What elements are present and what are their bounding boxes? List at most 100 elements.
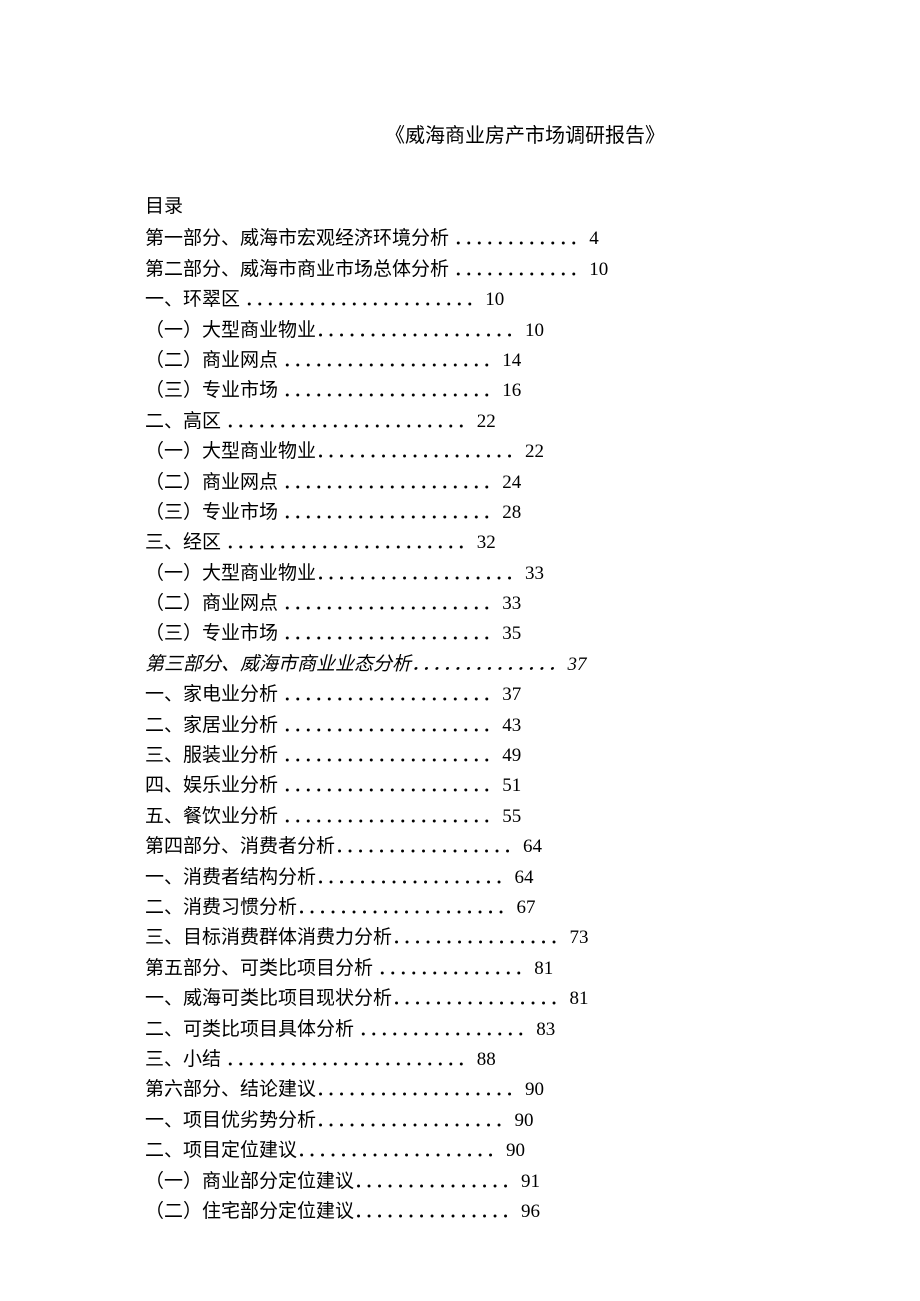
toc-leader-dots: ．．．．．．．．．．．．．．．．．．: [316, 1110, 515, 1131]
toc-item-page: 90: [525, 1079, 544, 1100]
toc-item-label: 第三部分、威海市商业业态分析: [145, 654, 411, 675]
toc-item-page: 83: [536, 1019, 555, 1040]
toc-item-label: 第六部分、结论建议: [145, 1079, 316, 1100]
toc-leader-dots: ．．．．．．．．．．．．．．．．．．．．: [297, 897, 517, 918]
toc-item: （三）专业市场 ．．．．．．．．．．．．．．．．．．．．28: [145, 498, 785, 528]
toc-item: 一、环翠区 ．．．．．．．．．．．．．．．．．．．．．．10: [145, 285, 785, 315]
toc-item-label: （一）商业部分定位建议: [145, 1171, 354, 1192]
toc-item-page: 33: [502, 593, 521, 614]
toc-item-page: 24: [502, 472, 521, 493]
toc-leader-dots: ．．．．．．．．．．．．．．．．: [392, 988, 570, 1009]
toc-leader-dots: ．．．．．．．．．．．．．．．．．．．．: [283, 715, 503, 736]
toc-leader-dots: ．．．．．．．．．．．．．．．．．．．．: [283, 350, 503, 371]
toc-item: （一）大型商业物业．．．．．．．．．．．．．．．．．．．22: [145, 437, 785, 467]
document-page: 《威海商业房产市场调研报告》 目录 第一部分、威海市宏观经济环境分析 ．．．．．…: [0, 0, 785, 1227]
toc-item-label: 三、服装业分析: [145, 745, 283, 766]
toc-item: （一）大型商业物业．．．．．．．．．．．．．．．．．．．33: [145, 559, 785, 589]
toc-item-label: 二、消费习惯分析: [145, 897, 297, 918]
toc-item: 第四部分、消费者分析．．．．．．．．．．．．．．．．．64: [145, 832, 785, 862]
toc-item: （一）大型商业物业．．．．．．．．．．．．．．．．．．．10: [145, 316, 785, 346]
toc-item-page: 37: [568, 654, 587, 675]
toc-item-label: 二、高区: [145, 411, 226, 432]
toc-item-label: （二）商业网点: [145, 472, 283, 493]
toc-item-page: 28: [502, 502, 521, 523]
toc-item: 三、小结 ．．．．．．．．．．．．．．．．．．．．．．．88: [145, 1045, 785, 1075]
toc-item: 第三部分、威海市商业业态分析．．．．．．．．．．．．．．37: [145, 650, 785, 680]
toc-leader-dots: ．．．．．．．．．．．．．．．．．．．．: [283, 472, 503, 493]
toc-item-label: 一、环翠区: [145, 289, 245, 310]
toc-leader-dots: ．．．．．．．．．．．．．．．．: [359, 1019, 537, 1040]
toc-leader-dots: ．．．．．．．．．．．．．．．．．．．．: [283, 775, 503, 796]
toc-item: 第二部分、威海市商业市场总体分析 ．．．．．．．．．．．．10: [145, 255, 785, 285]
toc-item-page: 4: [589, 228, 599, 249]
toc-leader-dots: ．．．．．．．．．．．．．．．．．．．．．．．: [226, 532, 477, 553]
toc-item-label: 第五部分、可类比项目分析: [145, 958, 378, 979]
toc-item: 一、项目优劣势分析．．．．．．．．．．．．．．．．．．90: [145, 1106, 785, 1136]
toc-leader-dots: ．．．．．．．．．．．．．．．: [354, 1171, 521, 1192]
toc-item-page: 14: [502, 350, 521, 371]
toc-item: 一、威海可类比项目现状分析．．．．．．．．．．．．．．．．81: [145, 984, 785, 1014]
toc-item: 三、服装业分析 ．．．．．．．．．．．．．．．．．．．．49: [145, 741, 785, 771]
toc-item-page: 64: [515, 867, 534, 888]
toc-item-page: 43: [502, 715, 521, 736]
toc-item-page: 16: [502, 380, 521, 401]
toc-item-page: 33: [525, 563, 544, 584]
toc-leader-dots: ．．．．．．．．．．．．．．．．．．．: [316, 441, 525, 462]
toc-leader-dots: ．．．．．．．．．．．．．．．．．: [335, 836, 523, 857]
toc-item-label: 二、项目定位建议: [145, 1140, 297, 1161]
toc-item-label: （一）大型商业物业: [145, 320, 316, 341]
toc-leader-dots: ．．．．．．．．．．．．．．．．: [392, 927, 570, 948]
toc-item-label: 第一部分、威海市宏观经济环境分析: [145, 228, 454, 249]
toc-item: 二、项目定位建议．．．．．．．．．．．．．．．．．．．90: [145, 1136, 785, 1166]
toc-leader-dots: ．．．．．．．．．．．．．．: [411, 654, 568, 675]
toc-leader-dots: ．．．．．．．．．．．．．．．．．．．: [316, 320, 525, 341]
toc-item-page: 64: [523, 836, 542, 857]
toc-leader-dots: ．．．．．．．．．．．．．．．．．．．．: [283, 684, 503, 705]
toc-item-label: 二、可类比项目具体分析: [145, 1019, 359, 1040]
toc-item-page: 10: [525, 320, 544, 341]
toc-item: 一、家电业分析 ．．．．．．．．．．．．．．．．．．．．37: [145, 680, 785, 710]
toc-item-label: 四、娱乐业分析: [145, 775, 283, 796]
toc-item: 二、高区 ．．．．．．．．．．．．．．．．．．．．．．．22: [145, 407, 785, 437]
toc-item: （二）住宅部分定位建议．．．．．．．．．．．．．．．96: [145, 1197, 785, 1227]
toc-item: 五、餐饮业分析 ．．．．．．．．．．．．．．．．．．．．55: [145, 802, 785, 832]
toc-leader-dots: ．．．．．．．．．．．．．．．．．．．: [297, 1140, 506, 1161]
toc-leader-dots: ．．．．．．．．．．．．．．．．．．．．: [283, 806, 503, 827]
toc-item: 三、经区 ．．．．．．．．．．．．．．．．．．．．．．．32: [145, 528, 785, 558]
toc-item: （一）商业部分定位建议．．．．．．．．．．．．．．．91: [145, 1167, 785, 1197]
toc-item: 三、目标消费群体消费力分析．．．．．．．．．．．．．．．．73: [145, 923, 785, 953]
toc-item: 二、家居业分析 ．．．．．．．．．．．．．．．．．．．．43: [145, 711, 785, 741]
toc-leader-dots: ．．．．．．．．．．．．．．．．．．．．．．．: [226, 411, 477, 432]
toc-leader-dots: ．．．．．．．．．．．．．．．．．．．．．．: [245, 289, 486, 310]
toc-item-page: 81: [570, 988, 589, 1009]
toc-leader-dots: ．．．．．．．．．．．．．．．．．．．．: [283, 745, 503, 766]
toc-leader-dots: ．．．．．．．．．．．．．．．: [354, 1201, 521, 1222]
toc-item-page: 90: [515, 1110, 534, 1131]
toc-item: 二、消费习惯分析．．．．．．．．．．．．．．．．．．．．67: [145, 893, 785, 923]
toc-item-label: （三）专业市场: [145, 502, 283, 523]
toc-item-label: 三、经区: [145, 532, 226, 553]
toc-item-label: （二）住宅部分定位建议: [145, 1201, 354, 1222]
toc-item: （三）专业市场 ．．．．．．．．．．．．．．．．．．．．35: [145, 619, 785, 649]
toc-item-page: 10: [589, 259, 608, 280]
toc-item: 第一部分、威海市宏观经济环境分析 ．．．．．．．．．．．．4: [145, 224, 785, 254]
toc-leader-dots: ．．．．．．．．．．．．．．．．．．．: [316, 1079, 525, 1100]
toc-item-page: 49: [502, 745, 521, 766]
toc-item-label: 一、项目优劣势分析: [145, 1110, 316, 1131]
toc-item-page: 37: [502, 684, 521, 705]
toc-heading: 目录: [145, 192, 785, 222]
toc-item-label: 一、家电业分析: [145, 684, 283, 705]
toc-leader-dots: ．．．．．．．．．．．．．．: [378, 958, 535, 979]
toc-item: 第五部分、可类比项目分析 ．．．．．．．．．．．．．．81: [145, 954, 785, 984]
toc-item: 一、消费者结构分析．．．．．．．．．．．．．．．．．．64: [145, 863, 785, 893]
toc-leader-dots: ．．．．．．．．．．．．．．．．．．．．: [283, 593, 503, 614]
toc-item-label: 三、目标消费群体消费力分析: [145, 927, 392, 948]
table-of-contents: 第一部分、威海市宏观经济环境分析 ．．．．．．．．．．．．4第二部分、威海市商业…: [145, 224, 785, 1227]
toc-item: （三）专业市场 ．．．．．．．．．．．．．．．．．．．．16: [145, 376, 785, 406]
toc-item-label: （一）大型商业物业: [145, 563, 316, 584]
toc-item-page: 22: [525, 441, 544, 462]
toc-item-page: 90: [506, 1140, 525, 1161]
toc-leader-dots: ．．．．．．．．．．．．．．．．．．: [316, 867, 515, 888]
toc-item-page: 91: [521, 1171, 540, 1192]
toc-item-label: 二、家居业分析: [145, 715, 283, 736]
